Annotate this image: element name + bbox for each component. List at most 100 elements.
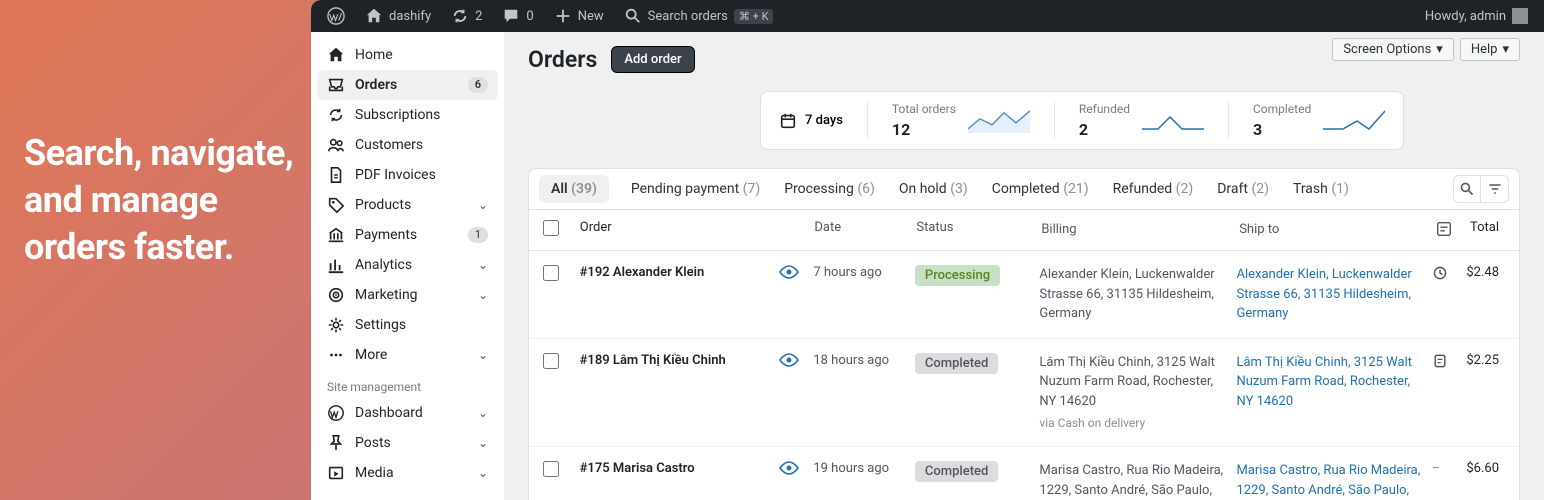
tab-refunded[interactable]: Refunded (2): [1111, 175, 1196, 203]
howdy-link[interactable]: Howdy, admin: [1417, 0, 1536, 32]
order-date: 7 hours ago: [813, 265, 907, 280]
col-header-billing[interactable]: Billing: [1041, 220, 1231, 240]
shipto-link[interactable]: Alexander Klein, Luckenwalder Strasse 66…: [1236, 267, 1411, 321]
sidebar-mgmt-media[interactable]: Media ⌄: [317, 458, 498, 488]
search-icon: [1459, 181, 1475, 197]
chart-icon: [327, 256, 345, 274]
billing-address: Lâm Thị Kiều Chinh, 3125 Walt Nuzum Farm…: [1039, 353, 1228, 433]
avatar: [1512, 8, 1528, 24]
tab-label: On hold: [899, 181, 947, 197]
refresh-icon: [327, 106, 345, 124]
help-button[interactable]: Help ▾: [1460, 38, 1520, 61]
tab-completed[interactable]: Completed (21): [990, 175, 1091, 203]
refresh-icon: [451, 7, 469, 25]
add-order-button[interactable]: Add order: [611, 46, 694, 73]
col-header-total[interactable]: Total: [1470, 220, 1505, 235]
shipto-link[interactable]: Marisa Castro, Rua Rio Madeira, 1229, Sa…: [1236, 463, 1420, 500]
chevron-down-icon: ⌄: [478, 406, 488, 420]
tab-count: (3): [950, 181, 968, 197]
sidebar-item-orders[interactable]: Orders 6: [317, 70, 498, 100]
home-icon: [327, 46, 345, 64]
tab-count: (2): [1176, 181, 1194, 197]
order-id-name[interactable]: #189 Lâm Thị Kiều Chinh: [580, 353, 771, 368]
col-header-status[interactable]: Status: [916, 220, 1033, 235]
preview-button[interactable]: [779, 353, 806, 367]
row-checkbox[interactable]: [543, 265, 559, 281]
screen-options-button[interactable]: Screen Options ▾: [1332, 38, 1454, 61]
order-total: $6.60: [1466, 461, 1505, 476]
search-placeholder-text: Search orders: [648, 9, 728, 24]
col-header-order[interactable]: Order: [580, 220, 772, 235]
updates-count: 2: [475, 9, 482, 24]
users-icon: [327, 136, 345, 154]
filter-button[interactable]: [1481, 175, 1509, 203]
tab-pending-payment[interactable]: Pending payment (7): [629, 175, 762, 203]
tab-label: Pending payment: [631, 181, 739, 197]
sidebar-item-settings[interactable]: Settings: [317, 310, 498, 340]
sidebar-item-customers[interactable]: Customers: [317, 130, 498, 160]
table-row[interactable]: #175 Marisa Castro 19 hours ago Complete…: [529, 447, 1519, 500]
bank-icon: [327, 226, 345, 244]
file-icon: [327, 166, 345, 184]
table-row[interactable]: #192 Alexander Klein 7 hours ago Process…: [529, 251, 1519, 339]
sidebar-mgmt-posts[interactable]: Posts ⌄: [317, 428, 498, 458]
chevron-down-icon: ⌄: [478, 436, 488, 450]
sidebar-item-label: Analytics: [355, 257, 468, 273]
tab-label: All: [551, 181, 568, 197]
order-date: 19 hours ago: [813, 461, 907, 476]
chevron-down-icon: ⌄: [478, 198, 488, 212]
sidebar-item-marketing[interactable]: Marketing ⌄: [317, 280, 498, 310]
help-label: Help: [1471, 42, 1498, 57]
sidebar-item-analytics[interactable]: Analytics ⌄: [317, 250, 498, 280]
calendar-icon: [779, 112, 797, 130]
sidebar-item-pdf-invoices[interactable]: PDF Invoices: [317, 160, 498, 190]
row-checkbox[interactable]: [543, 461, 559, 477]
media-icon: [327, 464, 345, 482]
tab-count: (39): [571, 181, 597, 197]
wp-logo[interactable]: [319, 0, 353, 32]
sidebar-item-payments[interactable]: Payments 1: [317, 220, 498, 250]
search-orders-bar[interactable]: Search orders ⌘ + K: [616, 0, 782, 32]
preview-button[interactable]: [779, 265, 806, 279]
stats-period[interactable]: 7 days: [779, 112, 843, 130]
app-window: dashify 2 0 New Search orders ⌘ + K Howd…: [311, 0, 1544, 500]
sidebar-item-label: Dashboard: [355, 405, 468, 421]
count-badge: 6: [468, 77, 488, 93]
tag-icon: [327, 196, 345, 214]
wordpress-icon: [327, 7, 345, 25]
table-row[interactable]: #189 Lâm Thị Kiều Chinh 18 hours ago Com…: [529, 339, 1519, 448]
search-button[interactable]: [1453, 175, 1481, 203]
order-id-name[interactable]: #175 Marisa Castro: [580, 461, 771, 476]
site-name-link[interactable]: dashify: [357, 0, 439, 32]
select-all-checkbox[interactable]: [543, 220, 559, 236]
tab-all[interactable]: All (39): [539, 175, 609, 203]
updates-link[interactable]: 2: [443, 0, 490, 32]
sidebar-item-more[interactable]: More ⌄: [317, 340, 498, 370]
col-header-date[interactable]: Date: [814, 220, 908, 235]
comments-link[interactable]: 0: [494, 0, 541, 32]
stat-refunded: Refunded 2: [1054, 102, 1204, 139]
sidebar-item-subscriptions[interactable]: Subscriptions: [317, 100, 498, 130]
sparkline-icon: [968, 109, 1030, 133]
payment-via: via Cash on delivery: [1039, 414, 1228, 432]
tab-trash[interactable]: Trash (1): [1291, 175, 1351, 203]
preview-button[interactable]: [779, 461, 806, 475]
sidebar-item-products[interactable]: Products ⌄: [317, 190, 498, 220]
shipto-link[interactable]: Lâm Thị Kiều Chinh, 3125 Walt Nuzum Farm…: [1236, 355, 1412, 409]
stat-label: Refunded: [1079, 102, 1130, 116]
tab-processing[interactable]: Processing (6): [782, 175, 877, 203]
search-icon: [624, 7, 642, 25]
row-checkbox[interactable]: [543, 353, 559, 369]
sidebar-mgmt-dashboard[interactable]: Dashboard ⌄: [317, 398, 498, 428]
tab-label: Trash: [1293, 181, 1328, 197]
eye-icon: [779, 353, 799, 367]
tab-on-hold[interactable]: On hold (3): [897, 175, 970, 203]
order-id-name[interactable]: #192 Alexander Klein: [580, 265, 771, 280]
new-link[interactable]: New: [546, 0, 612, 32]
col-header-shipto[interactable]: Ship to: [1239, 220, 1427, 240]
filter-icon: [1487, 181, 1503, 197]
billing-address: Alexander Klein, Luckenwalder Strasse 66…: [1039, 265, 1228, 324]
sidebar-item-home[interactable]: Home: [317, 40, 498, 70]
tab-draft[interactable]: Draft (2): [1215, 175, 1271, 203]
stat-value: 3: [1253, 120, 1311, 139]
